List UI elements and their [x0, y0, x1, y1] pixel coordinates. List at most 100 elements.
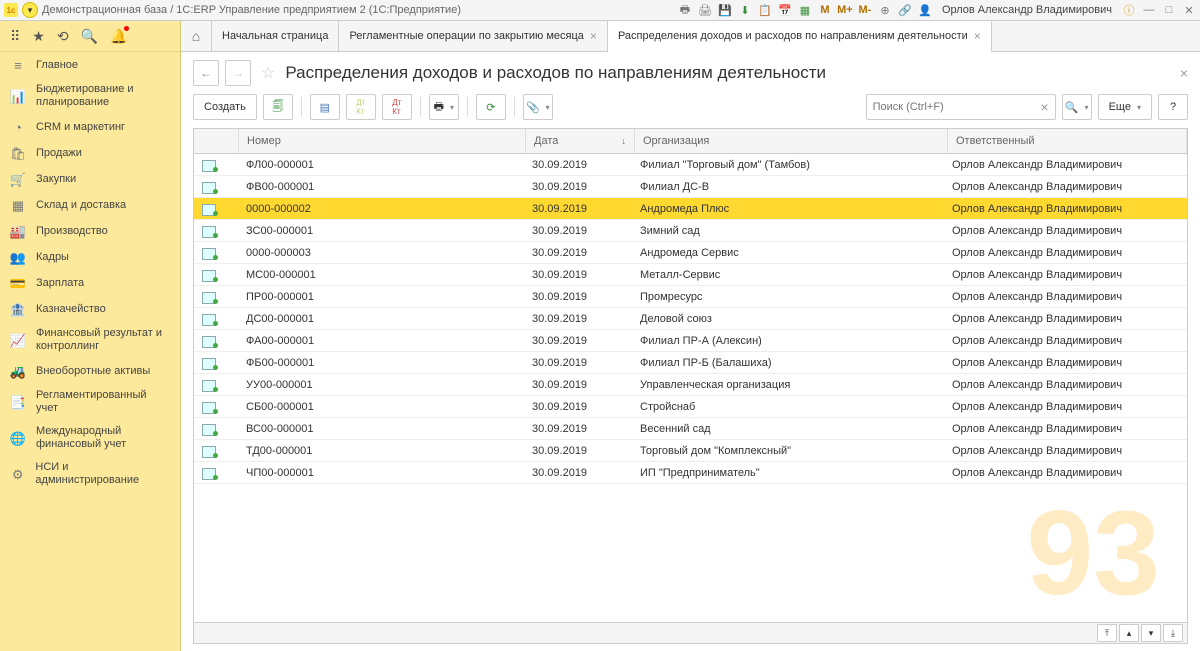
dtcr-button[interactable]: ДтКт — [346, 94, 376, 120]
search-clear-icon[interactable]: × — [1038, 99, 1050, 115]
table-row[interactable]: ДС00-00000130.09.2019Деловой союзОрлов А… — [194, 308, 1187, 330]
create-button[interactable]: Создать — [193, 94, 257, 120]
table-row[interactable]: ФБ00-00000130.09.2019Филиал ПР-Б (Балаши… — [194, 352, 1187, 374]
cell-date: 30.09.2019 — [524, 418, 632, 439]
list-view-button[interactable]: ▤ — [310, 94, 340, 120]
scroll-top-button[interactable]: ⤒ — [1097, 624, 1117, 642]
m-button[interactable]: M — [818, 3, 832, 17]
print-icon[interactable]: 🖨 — [698, 3, 712, 17]
close-icon[interactable]: ✕ — [1182, 3, 1196, 17]
sidebar-item-12[interactable]: 📑Регламентированный учет — [0, 384, 180, 420]
favorite-icon[interactable]: ★ — [32, 28, 45, 45]
info-icon[interactable]: ⓘ — [1122, 3, 1136, 17]
sidebar-item-6[interactable]: 🏭Производство — [0, 218, 180, 244]
col-number[interactable]: Номер — [239, 129, 526, 153]
copy-button[interactable]: 🗐 — [263, 94, 293, 120]
nav-down-icon[interactable]: ▾ — [22, 2, 38, 18]
print-preview-icon[interactable]: 🖶 — [678, 3, 692, 17]
cell-responsible: Орлов Александр Владимирович — [944, 154, 1187, 175]
link-icon[interactable]: 🔗 — [898, 3, 912, 17]
sidebar-item-3[interactable]: 🛍Продажи — [0, 140, 180, 166]
m-minus-button[interactable]: M- — [858, 3, 872, 17]
sidebar-item-10[interactable]: 📈Финансовый результат и контроллинг — [0, 322, 180, 358]
table-row[interactable]: ФЛ00-00000130.09.2019Филиал "Торговый до… — [194, 154, 1187, 176]
cell-organization: ИП "Предприниматель" — [632, 462, 944, 483]
document-icon — [202, 334, 218, 348]
table-row[interactable]: ФВ00-00000130.09.2019Филиал ДС-ВОрлов Ал… — [194, 176, 1187, 198]
find-button[interactable]: 🔍 — [1062, 94, 1092, 120]
tab-2[interactable]: Распределения доходов и расходов по напр… — [608, 21, 992, 52]
refresh-button[interactable]: ⟳ — [476, 94, 506, 120]
cell-responsible: Орлов Александр Владимирович — [944, 176, 1187, 197]
forward-button[interactable]: → — [225, 60, 251, 86]
row-icon — [194, 308, 238, 329]
notifications-icon[interactable]: 🔔 — [110, 28, 127, 45]
sidebar-item-11[interactable]: 🚜Внеоборотные активы — [0, 358, 180, 384]
sidebar-item-8[interactable]: 💳Зарплата — [0, 270, 180, 296]
table-row[interactable]: УУ00-00000130.09.2019Управленческая орга… — [194, 374, 1187, 396]
username[interactable]: Орлов Александр Владимирович — [938, 4, 1116, 16]
scroll-up-button[interactable]: ▴ — [1119, 624, 1139, 642]
sidebar-item-2[interactable]: ◔CRM и маркетинг — [0, 114, 180, 140]
minimize-icon[interactable]: — — [1142, 3, 1156, 17]
sidebar-item-9[interactable]: 🏦Казначейство — [0, 296, 180, 322]
tab-0[interactable]: Начальная страница — [212, 21, 339, 51]
print-dropdown[interactable]: 🖶 — [429, 94, 459, 120]
save-icon[interactable]: 💾 — [718, 3, 732, 17]
sidebar-item-13[interactable]: 🌐Международный финансовый учет — [0, 420, 180, 456]
cell-responsible: Орлов Александр Владимирович — [944, 220, 1187, 241]
sidebar-label: Производство — [36, 225, 108, 238]
col-date[interactable]: Дата↓ — [526, 129, 635, 153]
m-plus-button[interactable]: M+ — [838, 3, 852, 17]
clipboard-icon[interactable]: 📋 — [758, 3, 772, 17]
compare-icon[interactable]: ⬇ — [738, 3, 752, 17]
search-input[interactable] — [871, 100, 1039, 114]
history-icon[interactable]: ⟲ — [57, 28, 69, 45]
calendar-icon[interactable]: 📅 — [778, 3, 792, 17]
sidebar-label: Внеоборотные активы — [36, 365, 150, 378]
sidebar-label: Закупки — [36, 173, 76, 186]
tab-1[interactable]: Регламентные операции по закрытию месяца… — [339, 21, 608, 51]
attach-dropdown[interactable]: 📎 — [523, 94, 553, 120]
title-bar: 1c ▾ Демонстрационная база / 1С:ERP Упра… — [0, 0, 1200, 21]
sidebar-label: Продажи — [36, 147, 82, 160]
col-icon[interactable] — [194, 129, 239, 153]
calculator-icon[interactable]: ▦ — [798, 3, 812, 17]
table-row[interactable]: ПР00-00000130.09.2019ПромресурсОрлов Але… — [194, 286, 1187, 308]
zoom-in-icon[interactable]: ⊕ — [878, 3, 892, 17]
table-row[interactable]: 0000-00000230.09.2019Андромеда ПлюсОрлов… — [194, 198, 1187, 220]
table-row[interactable]: ВС00-00000130.09.2019Весенний садОрлов А… — [194, 418, 1187, 440]
sidebar-item-1[interactable]: 📊Бюджетирование и планирование — [0, 78, 180, 114]
help-button[interactable]: ? — [1158, 94, 1188, 120]
back-button[interactable]: ← — [193, 60, 219, 86]
table-row[interactable]: ЗС00-00000130.09.2019Зимний садОрлов Але… — [194, 220, 1187, 242]
favorite-toggle-icon[interactable]: ☆ — [261, 63, 275, 83]
home-icon[interactable]: ⌂ — [181, 21, 212, 51]
table-row[interactable]: ЧП00-00000130.09.2019ИП "Предприниматель… — [194, 462, 1187, 484]
page-close-icon[interactable]: × — [1180, 65, 1188, 81]
table-row[interactable]: ФА00-00000130.09.2019Филиал ПР-А (Алекси… — [194, 330, 1187, 352]
col-responsible[interactable]: Ответственный — [948, 129, 1187, 153]
sidebar-item-4[interactable]: 🛒Закупки — [0, 166, 180, 192]
dtkt-button[interactable]: ДтКт — [382, 94, 412, 120]
sidebar-item-14[interactable]: ⚙НСИ и администрирование — [0, 456, 180, 492]
table-row[interactable]: СБ00-00000130.09.2019СтройснабОрлов Алек… — [194, 396, 1187, 418]
sidebar-item-7[interactable]: 👥Кадры — [0, 244, 180, 270]
maximize-icon[interactable]: □ — [1162, 3, 1176, 17]
search-box[interactable]: × — [866, 94, 1056, 120]
sidebar-item-0[interactable]: ≡Главное — [0, 52, 180, 78]
tab-close-icon[interactable]: × — [974, 29, 981, 43]
search-icon[interactable]: 🔍 — [81, 28, 98, 45]
cell-number: ПР00-000001 — [238, 286, 524, 307]
cell-responsible: Орлов Александр Владимирович — [944, 396, 1187, 417]
table-row[interactable]: ТД00-00000130.09.2019Торговый дом "Компл… — [194, 440, 1187, 462]
scroll-down-button[interactable]: ▾ — [1141, 624, 1161, 642]
more-button[interactable]: Еще — [1098, 94, 1152, 120]
sidebar-item-5[interactable]: ▦Склад и доставка — [0, 192, 180, 218]
col-organization[interactable]: Организация — [635, 129, 948, 153]
apps-icon[interactable]: ⠿ — [10, 28, 20, 45]
table-row[interactable]: МС00-00000130.09.2019Металл-СервисОрлов … — [194, 264, 1187, 286]
scroll-bottom-button[interactable]: ⤓ — [1163, 624, 1183, 642]
tab-close-icon[interactable]: × — [590, 29, 597, 43]
table-row[interactable]: 0000-00000330.09.2019Андромеда СервисОрл… — [194, 242, 1187, 264]
